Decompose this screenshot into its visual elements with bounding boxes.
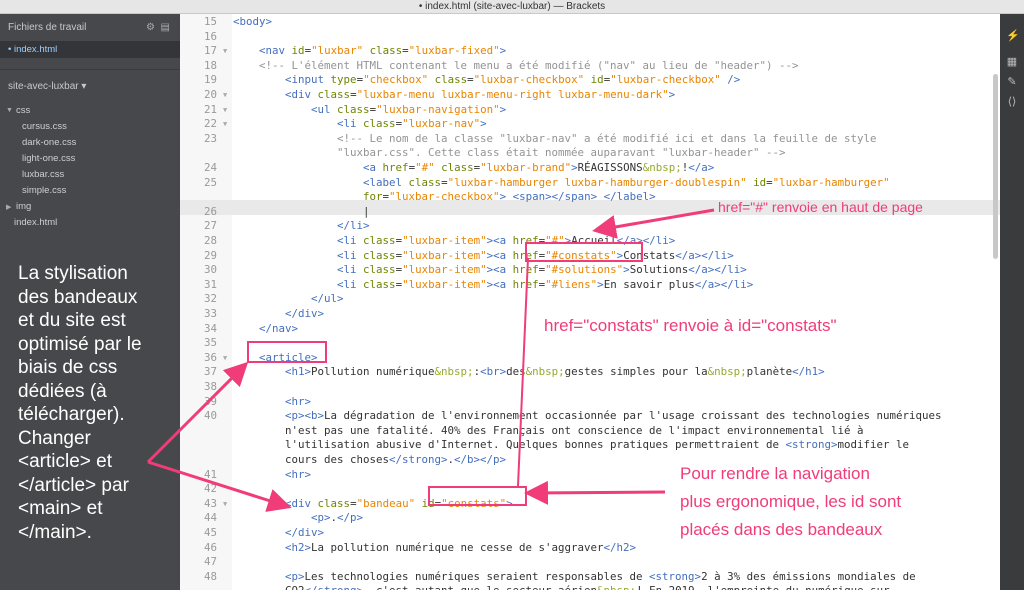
annotation-ergonomic-line: plus ergonomique, les id sont (680, 492, 902, 511)
arrow-bandeau (524, 480, 666, 505)
annotation-ergonomic-line: placés dans des bandeaux (680, 520, 883, 539)
annotation-href-constats: href="constats" renvoie à id="constats" (544, 316, 837, 335)
annotation-href-hash: href="#" renvoie en haut de page (718, 199, 923, 215)
arrow-to-bandeau (147, 460, 292, 512)
annotation-ergonomic: Pour rendre la navigation plus ergonomiq… (680, 460, 901, 544)
arrow-constats-link (517, 257, 529, 487)
annotation-ergonomic-line: Pour rendre la navigation (680, 464, 870, 483)
arrow-href-hash (592, 208, 715, 239)
arrow-to-article (146, 361, 249, 464)
